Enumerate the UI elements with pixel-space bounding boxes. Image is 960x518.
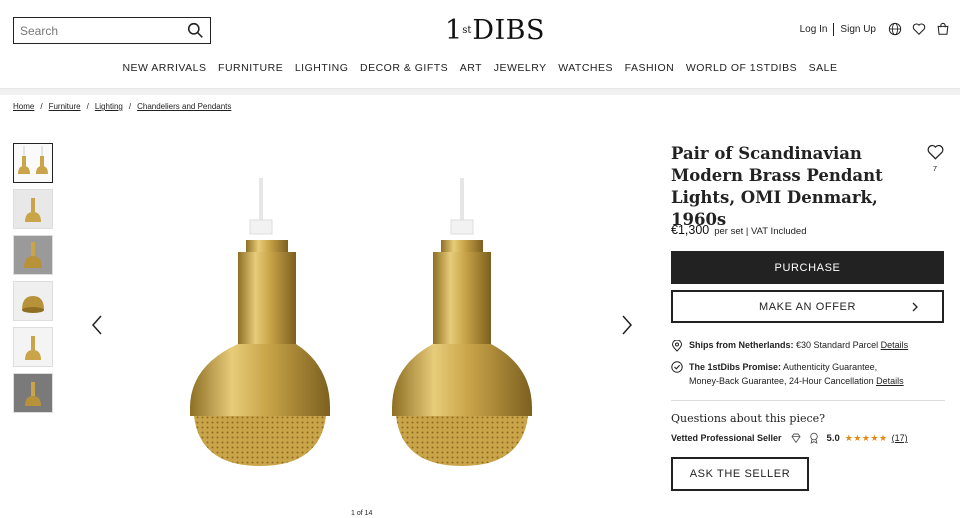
heart-icon <box>927 144 943 160</box>
nav-art[interactable]: ART <box>460 62 482 74</box>
thumbnail-image <box>14 282 52 320</box>
signup-link[interactable]: Sign Up <box>840 24 876 35</box>
promise-text: The 1stDibs Promise: Authenticity Guaran… <box>689 360 904 388</box>
product-title: Pair of Scandinavian Modern Brass Pendan… <box>671 144 883 229</box>
shipping-info: Ships from Netherlands: €30 Standard Par… <box>671 340 947 352</box>
nav-watches[interactable]: WATCHES <box>558 62 613 74</box>
header-divider <box>0 88 960 95</box>
section-divider <box>671 400 945 401</box>
seller-rating: 5.0 <box>826 432 840 444</box>
previous-image-arrow[interactable] <box>88 313 108 337</box>
logo-st-text: st <box>462 24 472 36</box>
account-links: Log In Sign Up <box>800 22 950 36</box>
price: €1,300 <box>671 223 710 237</box>
login-link[interactable]: Log In <box>800 24 828 35</box>
diamond-icon <box>790 433 801 444</box>
nav-new-arrivals[interactable]: NEW ARRIVALS <box>122 62 206 74</box>
promise-label: The 1stDibs Promise: <box>689 362 782 372</box>
reviews-count-link[interactable]: (17) <box>892 433 908 443</box>
shipping-text: Ships from Netherlands: €30 Standard Par… <box>689 340 908 350</box>
heart-icon[interactable] <box>912 22 926 36</box>
location-pin-icon <box>671 340 683 352</box>
thumbnail[interactable] <box>13 281 53 321</box>
favorite-button[interactable]: 7 <box>925 143 945 173</box>
thumbnail[interactable] <box>13 327 53 367</box>
chevron-right-icon <box>912 302 918 312</box>
thumbnail[interactable] <box>13 373 53 413</box>
globe-icon[interactable] <box>888 22 902 36</box>
thumbnail-image <box>14 236 52 274</box>
price-note: per set | VAT Included <box>714 226 807 237</box>
breadcrumb-separator: / <box>86 102 89 111</box>
logo-dibs: DIBS <box>472 14 545 46</box>
nav-furniture[interactable]: FURNITURE <box>218 62 283 74</box>
breadcrumb-furniture[interactable]: Furniture <box>49 102 81 111</box>
search-icon[interactable] <box>187 22 204 39</box>
logo-one: 1 <box>445 14 463 46</box>
pendant-lights-image <box>190 178 532 466</box>
image-pagination: 1 of 14 <box>351 510 373 517</box>
make-offer-label: MAKE AN OFFER <box>758 300 857 313</box>
breadcrumb-chandeliers[interactable]: Chandeliers and Pendants <box>137 102 231 111</box>
next-image-arrow[interactable] <box>616 313 636 337</box>
make-offer-button[interactable]: MAKE AN OFFER <box>671 290 944 323</box>
promise-details-link[interactable]: Details <box>876 376 904 386</box>
nav-lighting[interactable]: LIGHTING <box>295 62 349 74</box>
breadcrumb: Home / Furniture / Lighting / Chandelier… <box>13 102 231 111</box>
thumbnail-image <box>14 328 52 366</box>
price-row: €1,300 per set | VAT Included <box>671 223 806 237</box>
award-ribbon-icon <box>809 432 818 444</box>
breadcrumb-separator: / <box>40 102 43 111</box>
vetted-seller-label: Vetted Professional Seller <box>671 433 782 443</box>
breadcrumb-lighting[interactable]: Lighting <box>95 102 123 111</box>
thumbnail[interactable] <box>13 189 53 229</box>
nav-jewelry[interactable]: JEWELRY <box>494 62 547 74</box>
logo-st: st <box>462 25 471 36</box>
breadcrumb-home[interactable]: Home <box>13 102 34 111</box>
promise-detail-1: Authenticity Guarantee, <box>783 362 878 372</box>
favorite-count: 7 <box>932 164 938 173</box>
left-pendant <box>190 178 330 466</box>
promise-info: The 1stDibs Promise: Authenticity Guaran… <box>671 360 947 388</box>
nav-decor-gifts[interactable]: DECOR & GIFTS <box>360 62 448 74</box>
promise-detail-2: Money-Back Guarantee, 24-Hour Cancellati… <box>689 376 874 386</box>
thumbnail-strip <box>13 143 53 419</box>
nav-fashion[interactable]: FASHION <box>625 62 675 74</box>
purchase-button[interactable]: PURCHASE <box>671 251 944 284</box>
search-input[interactable] <box>14 23 184 38</box>
thumbnail-image <box>14 374 52 412</box>
ask-seller-button[interactable]: ASK THE SELLER <box>671 457 809 491</box>
breadcrumb-separator: / <box>128 102 132 111</box>
seller-row: Vetted Professional Seller 5.0 ★★★★★ (17… <box>671 432 908 444</box>
main-nav: NEW ARRIVALS FURNITURE LIGHTING DECOR & … <box>0 62 960 74</box>
rating-stars: ★★★★★ <box>844 432 888 443</box>
search-bar <box>13 17 211 44</box>
thumbnail-image <box>14 190 52 228</box>
site-logo[interactable]: 1 st DIBS <box>445 14 545 46</box>
thumbnail[interactable] <box>13 143 53 183</box>
questions-heading: Questions about this piece? <box>671 412 826 425</box>
thumbnail-image <box>14 144 52 182</box>
account-separator <box>833 22 835 36</box>
nav-world-of-1stdibs[interactable]: WORLD OF 1STDIBS <box>686 62 797 74</box>
shipping-label: Ships from Netherlands: <box>689 340 794 350</box>
right-pendant <box>392 178 532 466</box>
shipping-detail: €30 Standard Parcel <box>796 340 879 350</box>
main-product-image[interactable] <box>80 130 646 500</box>
thumbnail[interactable] <box>13 235 53 275</box>
cart-icon[interactable] <box>936 22 950 36</box>
shipping-details-link[interactable]: Details <box>881 340 909 350</box>
nav-sale[interactable]: SALE <box>809 62 838 74</box>
check-circle-icon <box>671 361 683 373</box>
